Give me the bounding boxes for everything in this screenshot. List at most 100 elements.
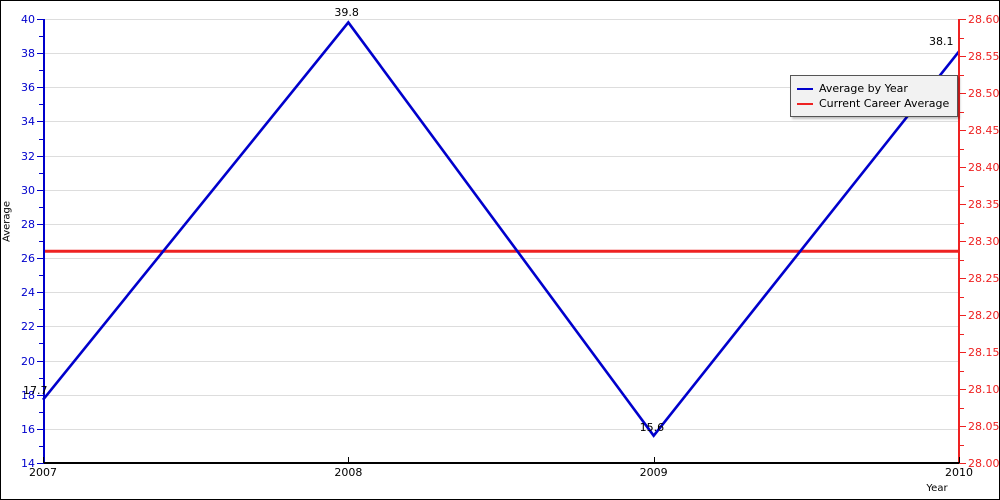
bottom-axis-tick-label: 2010 [945, 466, 973, 479]
left-axis-minor-tick [39, 36, 44, 38]
bottom-axis-tick-label: 2008 [334, 466, 363, 479]
right-axis-tick-label: 28.50 [968, 87, 1000, 100]
gridline [43, 360, 959, 362]
right-axis-tick-label: 28.05 [968, 420, 1000, 433]
left-axis-tick [37, 223, 44, 225]
right-axis-minor-tick [959, 444, 964, 446]
bottom-axis-tick [348, 457, 350, 463]
left-axis-tick [37, 189, 44, 191]
left-axis-tick-label: 20 [21, 354, 35, 368]
right-axis-tick-label: 28.40 [968, 161, 1000, 174]
gridline [43, 394, 959, 396]
right-axis-tick-label: 28.15 [968, 346, 1000, 359]
chart-legend[interactable]: Average by Year Current Career Average [790, 75, 959, 117]
y-axis-title: Average [1, 200, 13, 243]
right-axis-minor-tick [959, 222, 964, 224]
gridline [43, 53, 959, 55]
right-axis-minor-tick [959, 111, 964, 113]
left-axis-tick [37, 121, 44, 123]
left-axis-minor-tick [39, 172, 44, 174]
left-axis-tick [37, 19, 44, 20]
left-axis-minor-tick [39, 138, 44, 140]
right-axis-minor-tick [959, 74, 964, 76]
left-axis-minor-tick [39, 377, 44, 379]
left-axis-tick [37, 258, 44, 260]
right-axis-tick [959, 93, 966, 94]
data-point-label: 39.8 [334, 6, 359, 20]
bottom-axis-tick-label: 2007 [29, 466, 57, 479]
left-axis-tick-label: 26 [21, 252, 35, 266]
gridline [43, 155, 959, 157]
data-point-label: 15.6 [639, 420, 665, 434]
left-axis-minor-tick [39, 275, 44, 277]
bottom-axis-tick [43, 457, 44, 463]
left-axis-tick-label: 22 [21, 320, 35, 334]
right-axis-tick-label: 28.45 [968, 124, 1000, 137]
x-axis-title: Year [926, 483, 948, 494]
left-axis-tick-label: 16 [21, 422, 35, 436]
right-axis-minor-tick [959, 407, 964, 409]
right-axis-tick [959, 130, 966, 131]
right-axis-tick [959, 426, 966, 427]
right-axis-tick-label: 28.30 [968, 235, 1000, 248]
right-axis-minor-tick [959, 370, 964, 372]
left-axis-tick [37, 87, 44, 89]
right-axis-tick-label: 28.25 [968, 272, 1000, 285]
left-axis-minor-tick [39, 411, 44, 413]
right-axis-tick [959, 241, 966, 242]
right-axis-tick-label: 28.55 [968, 50, 1000, 63]
left-axis-tick-label: 36 [21, 81, 35, 95]
gridline [43, 223, 959, 225]
right-axis-tick [959, 278, 966, 279]
left-axis-tick-label: 38 [21, 47, 35, 61]
bottom-axis-tick [653, 457, 655, 463]
legend-swatch-blue-line-icon [797, 87, 813, 90]
right-axis-tick-label: 28.20 [968, 309, 1000, 322]
data-point-label: 17.7 [23, 383, 48, 397]
left-axis-tick [37, 463, 44, 464]
legend-swatch-red-line-icon [797, 102, 813, 105]
right-axis-minor-tick [959, 333, 964, 335]
right-axis-tick [959, 463, 966, 464]
right-axis-tick [959, 389, 966, 390]
chart-container: 14 16 18 20 22 24 26 28 30 32 34 36 38 40 28.60 28.55 2… [0, 0, 1000, 500]
gridline [43, 19, 959, 20]
left-axis-minor-tick [39, 206, 44, 208]
right-axis-minor-tick [959, 37, 964, 39]
legend-label: Average by Year [819, 82, 908, 95]
left-axis-tick [37, 428, 44, 430]
right-axis-minor-tick [959, 148, 964, 150]
right-axis-minor-tick [959, 185, 964, 187]
bottom-axis-tick [959, 457, 960, 463]
left-axis-tick [37, 155, 44, 157]
left-axis-tick-label: 24 [21, 286, 35, 300]
bottom-axis-tick-label: 2009 [639, 466, 668, 479]
right-axis-tick [959, 204, 966, 205]
left-axis-minor-tick [39, 309, 44, 311]
legend-item-average-by-year[interactable]: Average by Year [797, 81, 949, 96]
left-axis-tick [37, 360, 44, 362]
right-axis-tick [959, 352, 966, 353]
right-axis-tick [959, 167, 966, 168]
left-axis-minor-tick [39, 343, 44, 345]
right-axis-tick [959, 19, 966, 20]
legend-item-current-career-average[interactable]: Current Career Average [797, 96, 949, 111]
gridline [43, 292, 959, 294]
left-axis-tick-label: 32 [21, 149, 35, 163]
right-axis-minor-tick [959, 296, 964, 298]
bottom-axis-spine [43, 462, 960, 464]
gridline [43, 121, 959, 123]
left-axis-tick-label: 40 [21, 13, 35, 26]
right-axis-minor-tick [959, 259, 964, 261]
left-axis-tick [37, 326, 44, 328]
left-axis-tick [37, 53, 44, 55]
gridline [43, 326, 959, 328]
left-axis-minor-tick [39, 70, 44, 72]
data-point-label: 38.1 [929, 35, 954, 49]
right-axis-tick-label: 28.35 [968, 198, 1000, 211]
right-axis-tick [959, 315, 966, 316]
left-axis-tick [37, 292, 44, 294]
right-axis-tick [959, 56, 966, 57]
left-axis-minor-tick [39, 445, 44, 447]
legend-label: Current Career Average [819, 97, 950, 110]
